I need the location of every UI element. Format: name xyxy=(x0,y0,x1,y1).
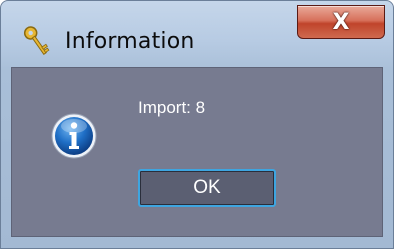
dialog-window: Information X Import: 8 OK xyxy=(0,0,394,249)
close-button[interactable]: X xyxy=(297,5,385,39)
info-icon xyxy=(51,113,97,159)
dialog-content: Import: 8 OK xyxy=(11,67,383,237)
keys-icon xyxy=(23,26,50,56)
close-icon: X xyxy=(332,9,350,35)
ok-button-label: OK xyxy=(193,177,221,198)
message-text: Import: 8 xyxy=(138,98,206,117)
title-bar[interactable]: Information X xyxy=(1,1,393,67)
ok-button[interactable]: OK xyxy=(138,169,276,207)
window-title: Information xyxy=(65,29,195,54)
